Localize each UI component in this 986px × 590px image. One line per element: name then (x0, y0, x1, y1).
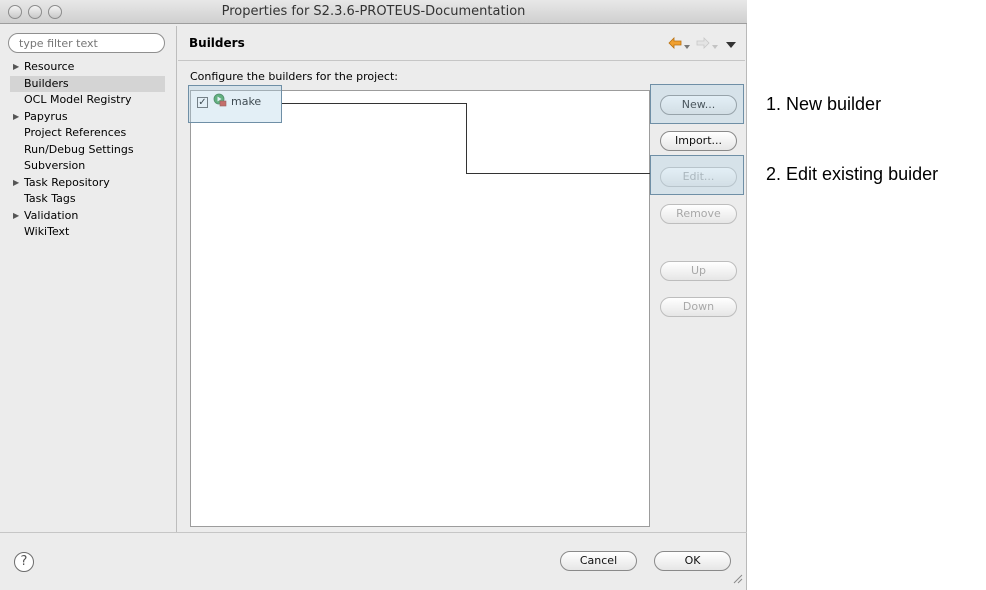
expand-arrow-icon[interactable]: ▶ (13, 208, 19, 225)
forward-menu-chevron-icon[interactable] (712, 40, 718, 53)
sidebar-item-ocl-model-registry[interactable]: OCL Model Registry (10, 92, 165, 109)
sidebar-item-label: Task Repository (24, 175, 110, 189)
sidebar-item-resource[interactable]: ▶ Resource (10, 59, 165, 76)
remove-builder-button[interactable]: Remove (660, 204, 737, 224)
sidebar-item-subversion[interactable]: Subversion (10, 158, 165, 175)
ok-button[interactable]: OK (654, 551, 731, 571)
filter-input[interactable] (8, 33, 165, 53)
sidebar-item-label: Validation (24, 208, 79, 222)
sash-divider[interactable] (176, 26, 177, 532)
window-title: Properties for S2.3.6-PROTEUS-Documentat… (221, 4, 526, 19)
expand-arrow-icon[interactable]: ▶ (13, 59, 19, 76)
callout-line (466, 103, 467, 174)
sidebar-item-validation[interactable]: ▶ Validation (10, 208, 165, 225)
sidebar-item-label: Builders (24, 76, 69, 90)
expand-arrow-icon[interactable]: ▶ (13, 109, 19, 126)
title-bar: Properties for S2.3.6-PROTEUS-Documentat… (0, 0, 747, 24)
footer-divider (0, 532, 747, 533)
sidebar-item-task-tags[interactable]: Task Tags (10, 191, 165, 208)
sidebar-item-label: WikiText (24, 225, 70, 238)
forward-arrow-icon[interactable] (694, 37, 710, 52)
sidebar-item-label: Run/Debug Settings (24, 142, 134, 156)
builders-list[interactable]: ✓ make (190, 90, 650, 527)
sidebar-item-run-debug-settings[interactable]: Run/Debug Settings (10, 142, 165, 159)
move-up-button[interactable]: Up (660, 261, 737, 281)
help-icon[interactable]: ? (14, 552, 34, 572)
sidebar-item-papyrus[interactable]: ▶ Papyrus (10, 109, 165, 126)
edit-button-highlight (650, 155, 744, 195)
sidebar-item-project-references[interactable]: Project References (10, 125, 165, 142)
sidebar-item-label: Resource (24, 60, 75, 73)
sidebar-tree: ▶ Resource Builders OCL Model Registry ▶… (10, 59, 165, 241)
properties-dialog: Properties for S2.3.6-PROTEUS-Documentat… (0, 0, 747, 590)
page-title: Builders (189, 36, 245, 50)
new-button-highlight (650, 84, 744, 124)
resize-grip-icon[interactable] (731, 572, 743, 587)
back-menu-chevron-icon[interactable] (684, 40, 690, 53)
sidebar-item-wikitext[interactable]: WikiText (10, 224, 165, 241)
annotation-edit-builder: 2. Edit existing buider (766, 164, 939, 184)
sidebar-item-label: Papyrus (24, 109, 68, 123)
view-menu-icon[interactable] (726, 39, 736, 52)
sidebar-item-label: Project References (24, 126, 127, 139)
back-arrow-icon[interactable] (668, 37, 684, 52)
sidebar-item-builders[interactable]: Builders (10, 75, 165, 92)
sidebar-item-label: Subversion (24, 159, 86, 172)
sidebar-item-task-repository[interactable]: ▶ Task Repository (10, 175, 165, 192)
callout-line (466, 173, 650, 174)
sidebar-item-label: Task Tags (24, 192, 76, 205)
callout-line (282, 103, 467, 104)
expand-arrow-icon[interactable]: ▶ (13, 175, 19, 192)
annotation-new-builder: 1. New builder (766, 94, 882, 114)
sidebar-item-label: OCL Model Registry (24, 93, 132, 106)
cancel-button[interactable]: Cancel (560, 551, 637, 571)
page-description: Configure the builders for the project: (190, 70, 398, 83)
header-divider (178, 60, 745, 61)
make-builder-highlight (188, 85, 282, 123)
move-down-button[interactable]: Down (660, 297, 737, 317)
import-builder-button[interactable]: Import... (660, 131, 737, 151)
